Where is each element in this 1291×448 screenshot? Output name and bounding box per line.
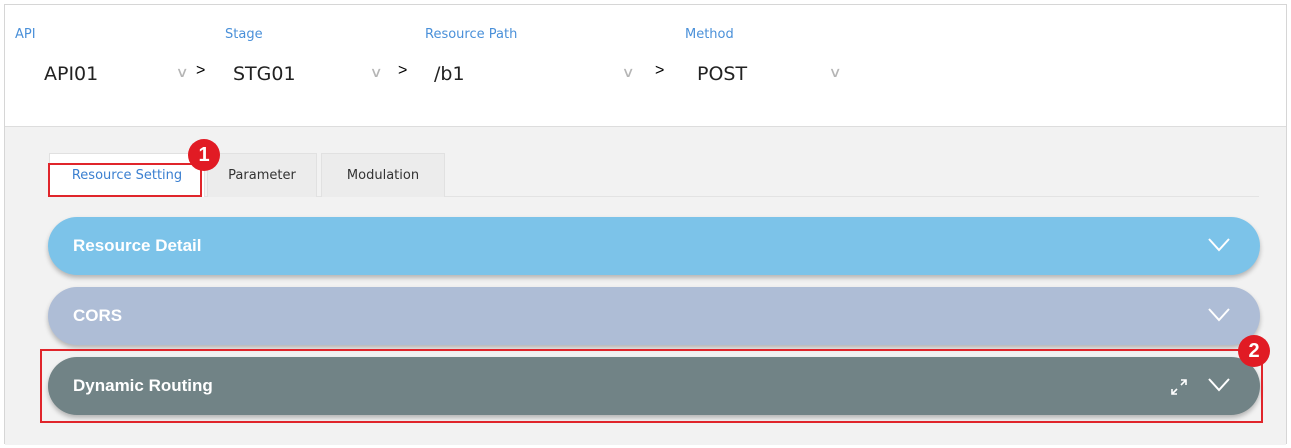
resource-path-selector-value: /b1 — [434, 63, 465, 85]
api-selector-label: API — [15, 27, 36, 42]
method-selector-label: Method — [685, 27, 734, 42]
highlight-dynamic-routing — [40, 349, 1263, 423]
resource-tabs: Resource Setting Parameter Modulation — [49, 153, 1259, 197]
method-selector[interactable]: Method POST ∨ — [685, 5, 885, 127]
resource-selector-bar: API API01 ∨ > Stage STG01 ∨ > Resource P… — [5, 5, 1286, 127]
method-selector-value: POST — [697, 63, 748, 85]
chevron-down-icon[interactable] — [1208, 308, 1230, 322]
chevron-right-icon: > — [398, 62, 408, 79]
chevron-right-icon: > — [196, 62, 206, 79]
chevron-down-icon[interactable]: ∨ — [621, 65, 634, 81]
resource-path-selector-label: Resource Path — [425, 27, 518, 42]
chevron-right-icon: > — [655, 62, 665, 79]
api-selector-value: API01 — [44, 63, 99, 85]
api-resource-frame: API API01 ∨ > Stage STG01 ∨ > Resource P… — [4, 4, 1287, 445]
tab-modulation[interactable]: Modulation — [321, 153, 445, 197]
callout-badge-2: 2 — [1238, 335, 1270, 367]
chevron-down-icon[interactable] — [1208, 238, 1230, 252]
panel-title: CORS — [73, 306, 123, 325]
resource-detail-panel[interactable]: Resource Detail — [48, 217, 1260, 275]
stage-selector[interactable]: Stage STG01 ∨ — [225, 5, 415, 127]
resource-path-selector[interactable]: Resource Path /b1 ∨ — [425, 5, 685, 127]
panel-title: Resource Detail — [73, 236, 202, 255]
stage-selector-label: Stage — [225, 27, 263, 42]
tab-parameter[interactable]: Parameter — [207, 153, 317, 197]
api-selector[interactable]: API API01 ∨ — [15, 5, 225, 127]
chevron-down-icon[interactable]: ∨ — [828, 65, 841, 81]
stage-selector-value: STG01 — [233, 63, 296, 85]
resource-content: Resource Setting Parameter Modulation 1 … — [5, 127, 1286, 445]
chevron-down-icon[interactable]: ∨ — [175, 65, 188, 81]
cors-panel[interactable]: CORS — [48, 287, 1260, 345]
callout-badge-1: 1 — [188, 139, 220, 171]
highlight-resource-setting — [48, 163, 202, 197]
chevron-down-icon[interactable]: ∨ — [369, 65, 382, 81]
